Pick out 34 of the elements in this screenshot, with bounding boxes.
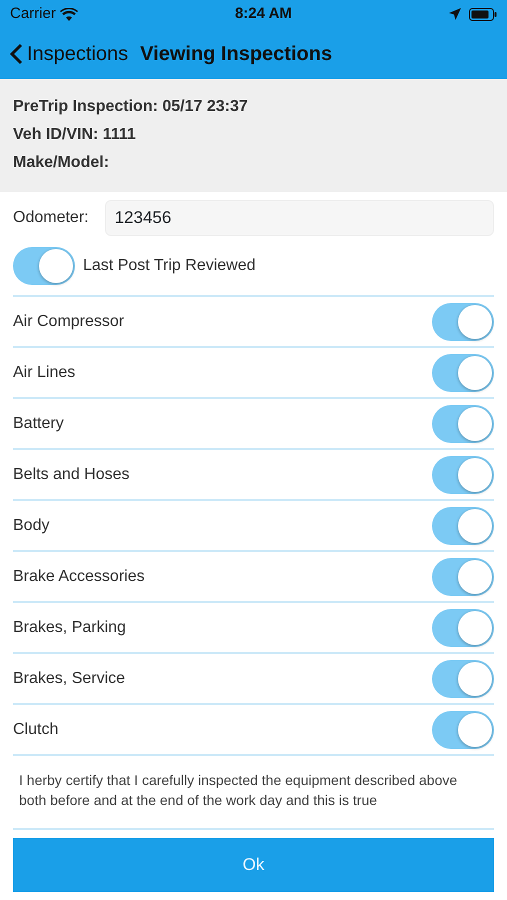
inspection-item-label: Air Compressor: [13, 312, 124, 332]
toggle-switch[interactable]: [432, 302, 494, 340]
carrier-name: Carrier: [10, 4, 56, 24]
screen-title: Viewing Inspections: [140, 42, 332, 66]
chevron-left-icon: [10, 42, 23, 64]
toggle-switch[interactable]: [432, 558, 494, 596]
toggle-switch[interactable]: [432, 354, 494, 392]
toggle-switch[interactable]: [432, 404, 494, 442]
inspection-item-label: Belts and Hoses: [13, 464, 130, 484]
location-arrow-icon: [449, 8, 461, 20]
toggle-switch[interactable]: [432, 456, 494, 494]
info-line: PreTrip Inspection: 05/17 23:37: [13, 97, 249, 117]
inspection-item-label: Body: [13, 516, 50, 536]
info-line: Make/Model:: [13, 153, 110, 173]
clock-time: 8:24 AM: [234, 4, 292, 24]
inspection-item-label: Brake Accessories: [13, 566, 145, 586]
toggle-switch[interactable]: [13, 246, 75, 284]
toggle-switch[interactable]: [432, 710, 494, 748]
inspection-item-label: Brakes, Service: [13, 668, 126, 688]
back-button[interactable]: Inspections: [10, 38, 128, 68]
inspection-item-label: Battery: [13, 414, 64, 434]
toggle-switch[interactable]: [432, 506, 494, 544]
battery-icon: [469, 8, 497, 20]
inspection-item-label: Air Lines: [13, 362, 76, 382]
inspection-item-label: Clutch: [13, 720, 58, 740]
inspection-item-label: Brakes, Parking: [13, 618, 126, 638]
toggle-switch[interactable]: [432, 660, 494, 698]
odometer-field[interactable]: 123456: [104, 200, 494, 236]
info-line: Veh ID/VIN: 1111: [13, 125, 137, 145]
toggle-label: Last Post Trip Reviewed: [83, 256, 256, 276]
toggle-switch[interactable]: [432, 608, 494, 646]
wifi-icon: [60, 8, 78, 20]
odometer-label: Odometer:: [13, 208, 89, 228]
certification-text: I herby certify that I carefully inspected the equipment described above both before and at the end of the work day and this is true: [18, 771, 458, 810]
